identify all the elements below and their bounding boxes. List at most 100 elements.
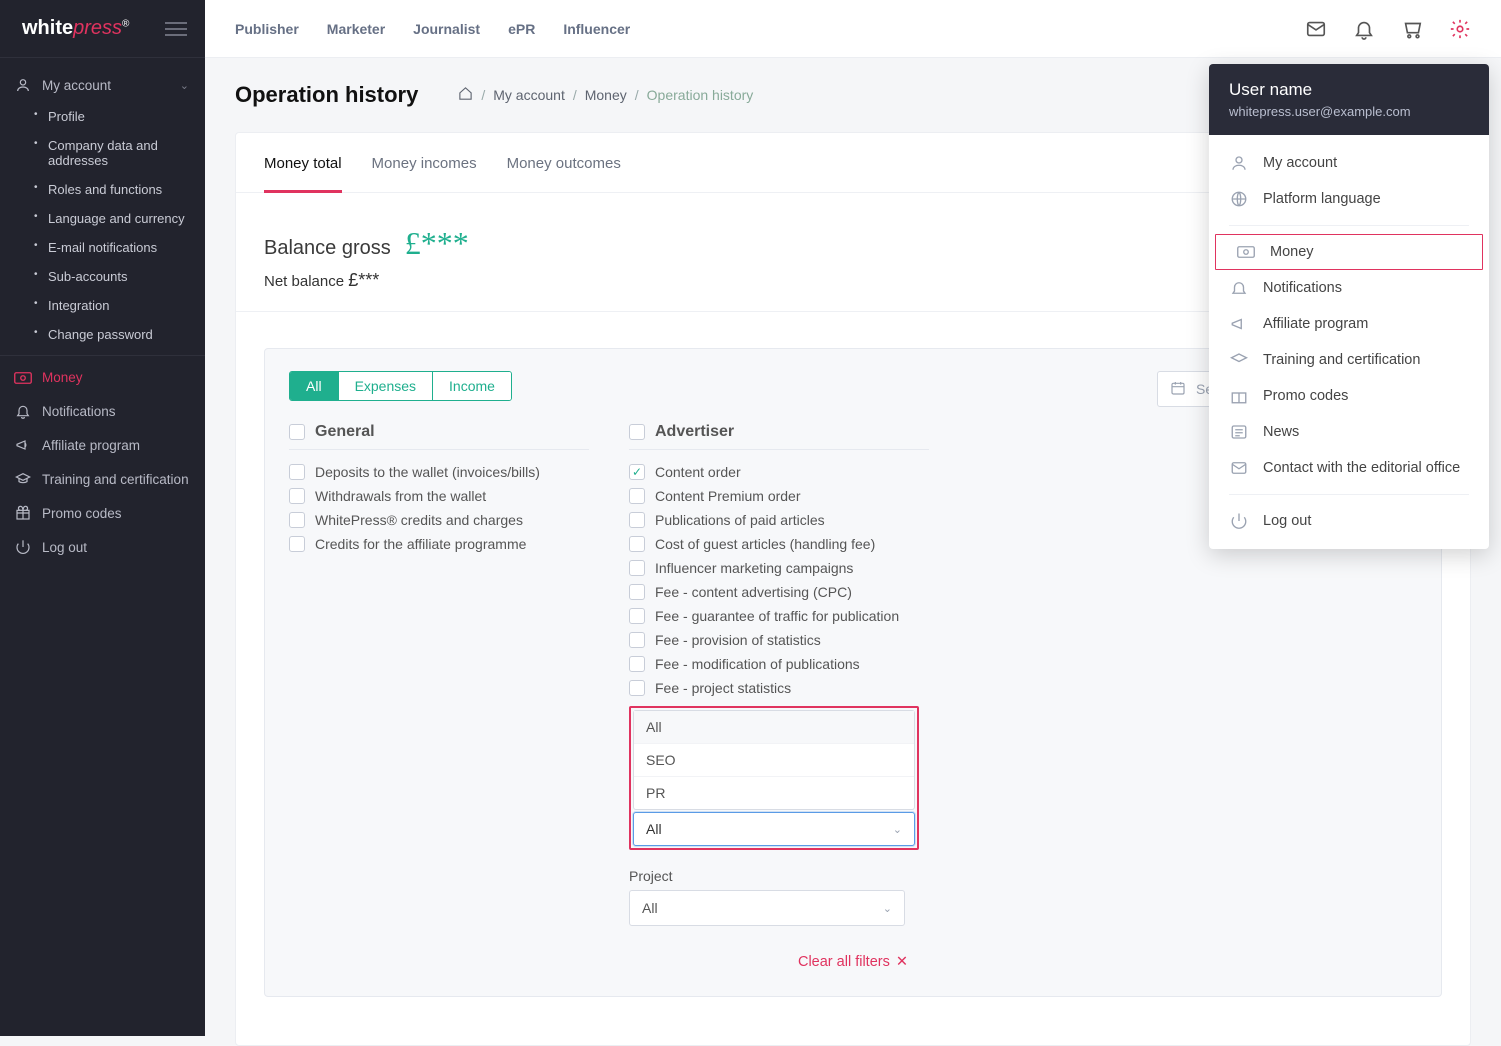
checkbox[interactable] xyxy=(289,488,305,504)
mail-icon[interactable] xyxy=(1305,18,1327,40)
filter-tab-income[interactable]: Income xyxy=(432,372,511,400)
subnav-language[interactable]: Language and currency xyxy=(34,204,205,233)
sidebar-label-training: Training and certification xyxy=(42,472,189,487)
separator xyxy=(1229,225,1469,226)
subnav-company-data[interactable]: Company data and addresses xyxy=(34,131,205,175)
filter-fee-project-stats[interactable]: Fee - project statistics xyxy=(629,676,929,700)
checkbox[interactable] xyxy=(629,608,645,624)
user-item-label: Money xyxy=(1270,244,1314,260)
filter-label: Content Premium order xyxy=(655,488,801,504)
home-icon[interactable] xyxy=(458,86,473,104)
subnav-profile[interactable]: Profile xyxy=(34,102,205,131)
filter-fee-traffic[interactable]: Fee - guarantee of traffic for publicati… xyxy=(629,604,929,628)
checkbox-advertiser-all[interactable] xyxy=(629,424,645,440)
sidebar-item-promo[interactable]: Promo codes xyxy=(0,496,205,530)
subnav-integration[interactable]: Integration xyxy=(34,291,205,320)
checkbox[interactable] xyxy=(629,536,645,552)
checkbox[interactable] xyxy=(629,584,645,600)
filter-withdrawals[interactable]: Withdrawals from the wallet xyxy=(289,484,589,508)
dd-option-all[interactable]: All xyxy=(634,711,914,744)
filter-fee-cpc[interactable]: Fee - content advertising (CPC) xyxy=(629,580,929,604)
logo[interactable]: whitepress® xyxy=(22,17,129,40)
user-item-logout[interactable]: Log out xyxy=(1209,503,1489,539)
filter-fee-stats[interactable]: Fee - provision of statistics xyxy=(629,628,929,652)
breadcrumb-my-account[interactable]: My account xyxy=(493,87,565,103)
clear-label: Clear all filters xyxy=(798,954,890,970)
filter-content-order[interactable]: Content order xyxy=(629,460,929,484)
user-item-language[interactable]: Platform language xyxy=(1209,181,1489,217)
project-select[interactable]: All ⌄ xyxy=(629,890,905,926)
tab-money-outcomes[interactable]: Money outcomes xyxy=(507,133,621,192)
checkbox[interactable] xyxy=(629,680,645,696)
user-item-money[interactable]: Money xyxy=(1215,234,1483,270)
category-select[interactable]: All ⌄ xyxy=(633,812,915,846)
cart-icon[interactable] xyxy=(1401,18,1423,40)
checkbox[interactable] xyxy=(629,632,645,648)
filter-affiliate-credits[interactable]: Credits for the affiliate programme xyxy=(289,532,589,556)
dropdown-options: All SEO PR xyxy=(633,710,915,810)
topnav-publisher[interactable]: Publisher xyxy=(235,21,299,37)
user-item-label: Promo codes xyxy=(1263,388,1348,404)
sidebar-my-account[interactable]: My account ⌄ xyxy=(0,68,205,102)
filter-fee-mod[interactable]: Fee - modification of publications xyxy=(629,652,929,676)
filter-deposits[interactable]: Deposits to the wallet (invoices/bills) xyxy=(289,460,589,484)
filter-guest-cost[interactable]: Cost of guest articles (handling fee) xyxy=(629,532,929,556)
user-item-news[interactable]: News xyxy=(1209,414,1489,450)
subnav-subaccounts[interactable]: Sub-accounts xyxy=(34,262,205,291)
dd-option-seo[interactable]: SEO xyxy=(634,744,914,777)
topnav-influencer[interactable]: Influencer xyxy=(563,21,630,37)
user-item-label: Platform language xyxy=(1263,191,1381,207)
bell-icon[interactable] xyxy=(1353,18,1375,40)
user-item-contact[interactable]: Contact with the editorial office xyxy=(1209,450,1489,486)
subnav-roles[interactable]: Roles and functions xyxy=(34,175,205,204)
filter-influencer-campaigns[interactable]: Influencer marketing campaigns xyxy=(629,556,929,580)
filter-credits[interactable]: WhitePress® credits and charges xyxy=(289,508,589,532)
filter-label: Publications of paid articles xyxy=(655,512,825,528)
tab-money-incomes[interactable]: Money incomes xyxy=(372,133,477,192)
user-item-notifications[interactable]: Notifications xyxy=(1209,270,1489,306)
subnav-email-notif[interactable]: E-mail notifications xyxy=(34,233,205,262)
topnav-journalist[interactable]: Journalist xyxy=(413,21,480,37)
checkbox[interactable] xyxy=(289,512,305,528)
sidebar-item-logout[interactable]: Log out xyxy=(0,530,205,564)
checkbox-general-all[interactable] xyxy=(289,424,305,440)
breadcrumb: / My account / Money / Operation history xyxy=(458,86,753,104)
balance-gross-value: £*** xyxy=(405,225,469,262)
checkbox[interactable] xyxy=(629,488,645,504)
filter-tab-expenses[interactable]: Expenses xyxy=(338,372,432,400)
filter-content-premium[interactable]: Content Premium order xyxy=(629,484,929,508)
user-item-affiliate[interactable]: Affiliate program xyxy=(1209,306,1489,342)
breadcrumb-money[interactable]: Money xyxy=(585,87,627,103)
checkbox[interactable] xyxy=(629,656,645,672)
filter-label: Fee - modification of publications xyxy=(655,656,860,672)
sidebar-item-affiliate[interactable]: Affiliate program xyxy=(0,428,205,462)
user-item-promo[interactable]: Promo codes xyxy=(1209,378,1489,414)
sidebar-header: whitepress® xyxy=(0,0,205,58)
gear-icon[interactable] xyxy=(1449,18,1471,40)
sidebar-item-notifications[interactable]: Notifications xyxy=(0,394,205,428)
checkbox[interactable] xyxy=(289,536,305,552)
sidebar-account-subnav: Profile Company data and addresses Roles… xyxy=(0,102,205,349)
menu-toggle-icon[interactable] xyxy=(165,22,187,36)
user-item-training[interactable]: Training and certification xyxy=(1209,342,1489,378)
filter-publications-paid[interactable]: Publications of paid articles xyxy=(629,508,929,532)
checkbox[interactable] xyxy=(629,512,645,528)
graduation-icon xyxy=(1229,351,1249,369)
bell-icon xyxy=(14,403,32,419)
user-item-my-account[interactable]: My account xyxy=(1209,145,1489,181)
news-icon xyxy=(1229,423,1249,441)
topnav-marketer[interactable]: Marketer xyxy=(327,21,385,37)
checkbox[interactable] xyxy=(629,560,645,576)
filter-tab-all[interactable]: All xyxy=(290,372,338,400)
tab-money-total[interactable]: Money total xyxy=(264,133,342,192)
user-item-label: My account xyxy=(1263,155,1337,171)
filter-label: Fee - guarantee of traffic for publicati… xyxy=(655,608,899,624)
topnav-epr[interactable]: ePR xyxy=(508,21,535,37)
subnav-change-password[interactable]: Change password xyxy=(34,320,205,349)
sidebar-item-training[interactable]: Training and certification xyxy=(0,462,205,496)
dd-option-pr[interactable]: PR xyxy=(634,777,914,809)
checkbox[interactable] xyxy=(629,464,645,480)
sidebar-item-money[interactable]: Money xyxy=(0,355,205,394)
checkbox[interactable] xyxy=(289,464,305,480)
clear-all-filters[interactable]: Clear all filters✕ xyxy=(289,954,1417,970)
